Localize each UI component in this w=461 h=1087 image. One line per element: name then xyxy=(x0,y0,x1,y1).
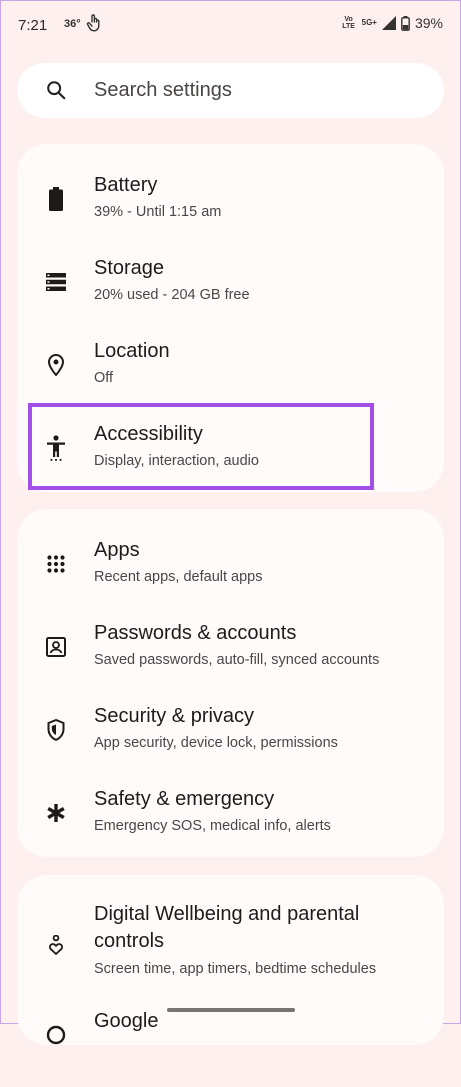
settings-item-location[interactable]: Location Off xyxy=(17,326,444,409)
status-temperature: 36° xyxy=(64,18,81,30)
item-title: Passwords & accounts xyxy=(94,622,297,644)
search-icon xyxy=(47,81,66,100)
search-placeholder: Search settings xyxy=(94,79,232,101)
item-title: Google xyxy=(94,1010,159,1032)
settings-item-storage[interactable]: Storage 20% used - 204 GB free xyxy=(17,243,444,326)
accessibility-highlight-box xyxy=(28,403,374,490)
item-subtitle: Emergency SOS, medical info, alerts xyxy=(94,818,331,834)
asterisk-icon xyxy=(43,800,69,826)
settings-item-apps[interactable]: Apps Recent apps, default apps xyxy=(17,525,444,608)
signal-icon xyxy=(381,16,396,30)
wellbeing-icon xyxy=(43,933,69,959)
item-subtitle: 39% - Until 1:15 am xyxy=(94,204,222,220)
settings-item-safety-emergency[interactable]: Safety & emergency Emergency SOS, medica… xyxy=(17,774,444,857)
item-title: Security & privacy xyxy=(94,705,255,727)
storage-icon xyxy=(43,269,69,295)
location-pin-icon xyxy=(43,352,69,378)
item-subtitle: App security, device lock, permissions xyxy=(94,735,338,751)
item-title-line2: controls xyxy=(94,930,165,952)
battery-icon xyxy=(43,186,69,212)
battery-status-icon xyxy=(401,15,410,31)
status-bar: 7:21 36° Vo LTE 5G+ 39% xyxy=(0,0,461,52)
item-title: Storage xyxy=(94,257,165,279)
status-time: 7:21 xyxy=(18,17,48,34)
network-type: 5G+ xyxy=(361,18,377,27)
settings-item-security-privacy[interactable]: Security & privacy App security, device … xyxy=(17,691,444,774)
google-icon xyxy=(43,1022,69,1048)
item-title: Battery xyxy=(94,174,158,196)
item-subtitle: Saved passwords, auto-fill, synced accou… xyxy=(94,652,380,668)
item-title-line1: Digital Wellbeing and parental xyxy=(94,903,360,925)
item-title: Safety & emergency xyxy=(94,788,275,810)
settings-item-battery[interactable]: Battery 39% - Until 1:15 am xyxy=(17,160,444,243)
settings-item-digital-wellbeing[interactable]: Digital Wellbeing and parental controls … xyxy=(17,891,444,1001)
item-subtitle: Screen time, app timers, bedtime schedul… xyxy=(94,961,377,977)
item-title: Location xyxy=(94,340,170,362)
settings-group-2: Apps Recent apps, default apps Passwords… xyxy=(17,509,444,857)
status-right-cluster: Vo LTE 5G+ 39% xyxy=(341,15,443,31)
item-title: Apps xyxy=(94,539,140,561)
account-box-icon xyxy=(43,634,69,660)
settings-group-3: Digital Wellbeing and parental controls … xyxy=(17,875,444,1045)
gesture-hand-icon xyxy=(86,14,100,32)
item-subtitle: Off xyxy=(94,370,114,386)
item-subtitle: 20% used - 204 GB free xyxy=(94,287,250,303)
settings-item-google[interactable]: Google xyxy=(17,1004,444,1087)
settings-item-passwords-accounts[interactable]: Passwords & accounts Saved passwords, au… xyxy=(17,608,444,691)
search-bar[interactable]: Search settings xyxy=(17,63,444,118)
shield-icon xyxy=(43,717,69,743)
volte-indicator: Vo LTE xyxy=(342,16,355,30)
item-subtitle: Recent apps, default apps xyxy=(94,569,263,585)
battery-percent: 39% xyxy=(414,15,443,31)
apps-grid-icon xyxy=(43,551,69,577)
home-indicator[interactable] xyxy=(167,1008,295,1012)
